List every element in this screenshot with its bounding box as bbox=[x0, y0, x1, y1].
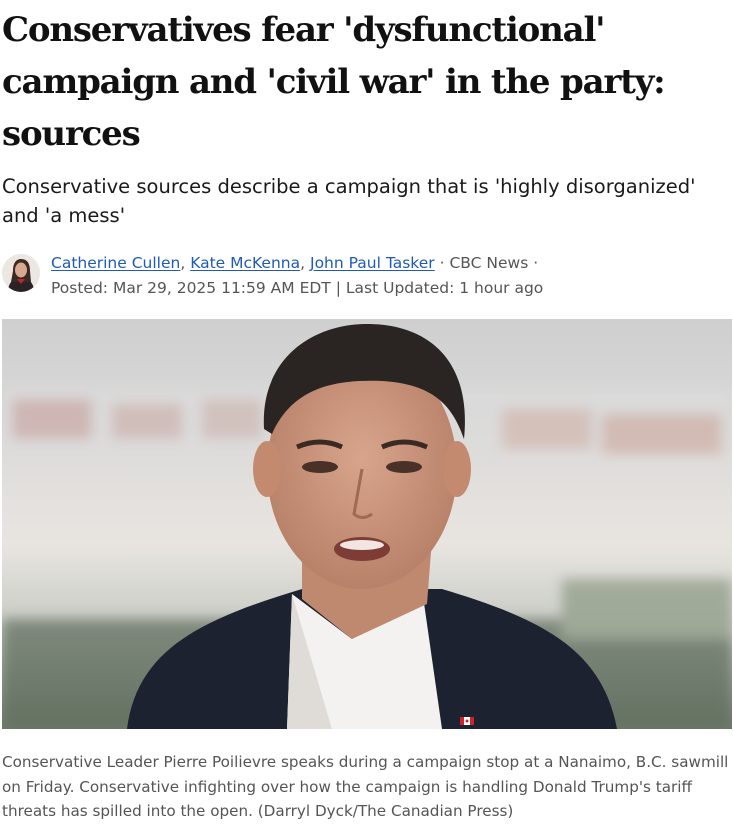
article-photo[interactable] bbox=[2, 319, 732, 729]
byline-text: Catherine Cullen, Kate McKenna, John Pau… bbox=[51, 251, 543, 301]
updated-timestamp: Last Updated: 1 hour ago bbox=[345, 279, 544, 297]
byline-line-dates: Posted: Mar 29, 2025 11:59 AM EDT | Last… bbox=[51, 276, 543, 301]
photo-caption: Conservative Leader Pierre Poilievre spe… bbox=[2, 753, 729, 820]
author-link-kate-mckenna[interactable]: Kate McKenna bbox=[190, 254, 300, 272]
author-separator: , bbox=[180, 254, 186, 272]
author-link-catherine-cullen[interactable]: Catherine Cullen bbox=[51, 254, 180, 272]
byline-dot: · bbox=[533, 254, 539, 272]
article-headline: Conservatives fear 'dysfunctional' campa… bbox=[2, 10, 666, 154]
article-photo-image bbox=[2, 319, 732, 729]
article-dek: Conservative sources describe a campaign… bbox=[2, 175, 696, 227]
byline-line-authors: Catherine Cullen, Kate McKenna, John Pau… bbox=[51, 251, 543, 276]
byline-dot: · bbox=[439, 254, 445, 272]
timestamp-divider: | bbox=[335, 279, 341, 297]
author-avatar bbox=[2, 254, 40, 292]
byline: Catherine Cullen, Kate McKenna, John Pau… bbox=[2, 251, 730, 297]
author-avatar-image bbox=[2, 254, 40, 292]
posted-timestamp: Posted: Mar 29, 2025 11:59 AM EDT bbox=[51, 279, 331, 297]
author-link-john-paul-tasker[interactable]: John Paul Tasker bbox=[310, 254, 435, 272]
author-separator: , bbox=[300, 254, 306, 272]
byline-source: CBC News bbox=[449, 254, 529, 272]
